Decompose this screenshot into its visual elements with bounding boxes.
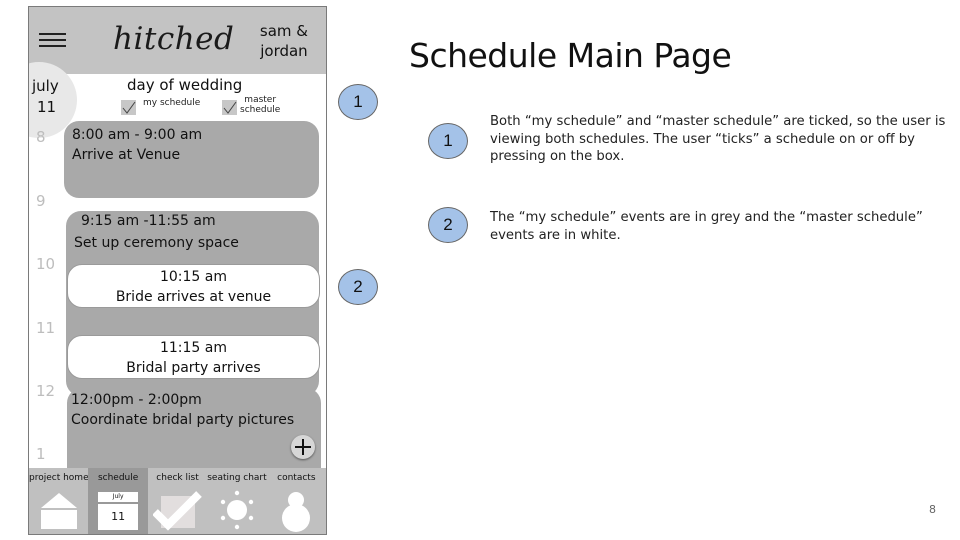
tab-project-home[interactable]: project home (29, 468, 89, 534)
hamburger-menu-icon[interactable] (39, 33, 66, 49)
event-title: Bride arrives at venue (115, 289, 272, 305)
calendar-day: 11 (98, 504, 139, 530)
my-schedule-label: my schedule (143, 98, 201, 108)
tab-schedule[interactable]: schedule July 11 (88, 468, 148, 534)
add-event-button[interactable] (291, 435, 315, 459)
event-time: 11:15 am (159, 340, 227, 356)
my-schedule-checkbox[interactable] (121, 100, 136, 115)
tab-label: check list (156, 473, 199, 483)
date-day: 11 (37, 98, 57, 116)
checkmark-icon (223, 101, 237, 114)
event-my-schedule[interactable]: 8:00 am - 9:00 am Arrive at Venue (64, 121, 319, 198)
calendar-icon: July 11 (98, 492, 139, 530)
person-icon (282, 492, 311, 532)
tab-check-list[interactable]: check list (148, 468, 207, 534)
tab-label: schedule (97, 473, 139, 483)
checkmark-icon (152, 491, 202, 531)
tab-label: project home (29, 473, 89, 483)
event-time: 9:15 am -11:55 am (81, 213, 216, 229)
app-header: hitched sam & jordan (29, 7, 326, 74)
slide-title: Schedule Main Page (409, 36, 732, 75)
event-title: Bridal party arrives (126, 360, 261, 376)
hour-label: 9 (36, 192, 46, 210)
bottom-tab-bar: project home schedule July 11 check list… (29, 468, 326, 534)
day-title: day of wedding (127, 76, 243, 94)
master-schedule-checkbox[interactable] (222, 100, 237, 115)
app-logo: hitched (113, 21, 235, 57)
date-month: july (32, 77, 59, 95)
event-time: 10:15 am (159, 269, 227, 285)
couple-names[interactable]: sam & jordan (260, 21, 308, 61)
event-master-schedule[interactable]: 10:15 am Bride arrives at venue (67, 264, 320, 308)
phone-mockup: hitched sam & jordan july 11 day of wedd… (28, 6, 327, 535)
couple-line-1: sam & (259, 22, 308, 40)
event-time: 12:00pm - 2:00pm (71, 392, 202, 408)
tab-label: contacts (277, 473, 316, 483)
note-badge-2: 2 (428, 207, 468, 243)
page-number: 8 (929, 503, 936, 516)
tab-contacts[interactable]: contacts (267, 468, 326, 534)
event-title: Set up ceremony space (74, 235, 239, 251)
tab-label: seating chart (207, 473, 267, 483)
checkmark-icon (122, 101, 136, 114)
event-title: Coordinate bridal party pictures (71, 412, 295, 428)
house-icon (40, 493, 77, 529)
event-time: 8:00 am - 9:00 am (72, 127, 203, 143)
hour-label: 12 (36, 382, 56, 400)
couple-line-2: jordan (260, 42, 308, 60)
tab-seating-chart[interactable]: seating chart (207, 468, 267, 534)
hour-label: 1 (36, 445, 46, 463)
master-label-line-2: schedule (240, 105, 281, 115)
note-badge-1: 1 (428, 123, 468, 159)
callout-badge-2: 2 (338, 269, 378, 305)
hour-label: 11 (36, 319, 56, 337)
master-label-line-1: master (244, 95, 277, 105)
master-schedule-label: master schedule (240, 95, 280, 115)
event-master-schedule[interactable]: 11:15 am Bridal party arrives (67, 335, 320, 379)
annotation-note-1: Both “my schedule” and “master schedule”… (490, 114, 946, 164)
hour-label: 10 (36, 255, 56, 273)
event-title: Arrive at Venue (72, 147, 181, 163)
hour-label: 8 (36, 128, 46, 146)
calendar-month: July (98, 492, 139, 502)
annotation-note-2: The “my schedule” events are in grey and… (490, 210, 923, 243)
table-seats-icon (220, 490, 254, 530)
callout-badge-1: 1 (338, 84, 378, 120)
